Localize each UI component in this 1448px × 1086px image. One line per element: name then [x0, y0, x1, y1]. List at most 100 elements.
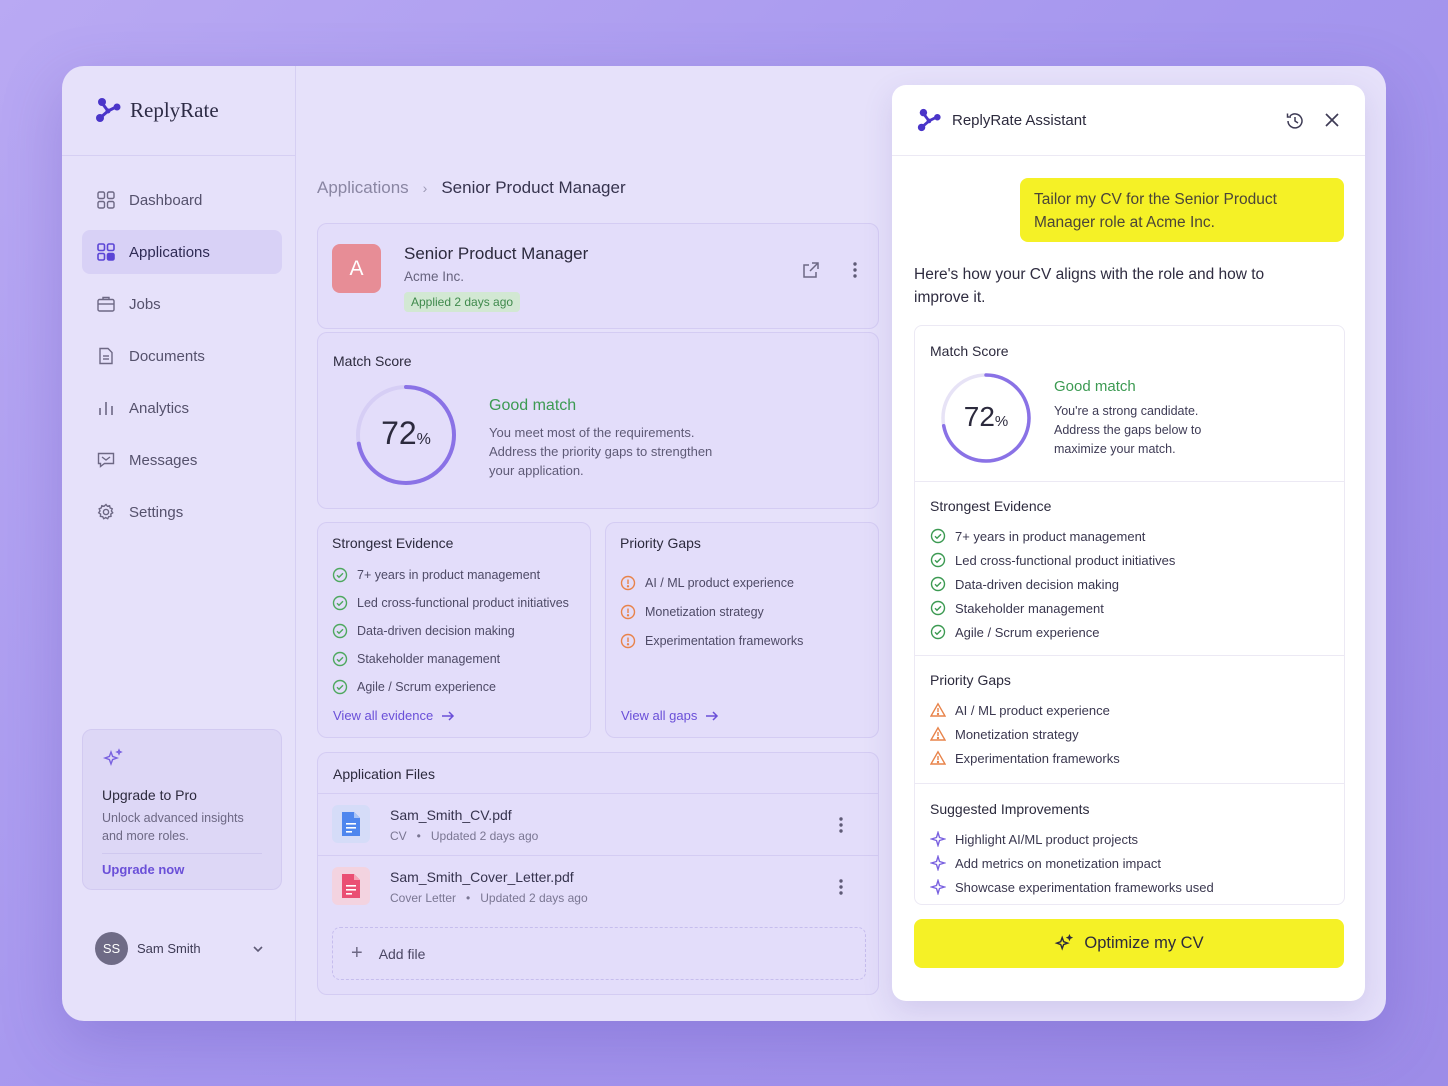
close-icon[interactable] [1323, 111, 1341, 129]
list-item: 7+ years in product management [930, 524, 1175, 548]
list-item: Agile / Scrum experience [930, 620, 1175, 644]
more-vertical-icon[interactable] [838, 816, 844, 834]
message-icon [96, 450, 116, 470]
chevron-right-icon: › [422, 180, 428, 196]
job-company: Acme Inc. [404, 269, 465, 284]
sidebar-item-label: Jobs [129, 295, 161, 313]
list-item: Data-driven decision making [930, 572, 1175, 596]
match-score-label: Match Score [333, 353, 412, 369]
view-all-evidence-link[interactable]: View all evidence [333, 708, 455, 723]
gaps-list: AI / ML product experience Monetization s… [620, 568, 803, 655]
match-description: You're a strong candidate. Address the g… [1054, 404, 1202, 456]
chevron-down-icon[interactable] [251, 942, 265, 956]
breadcrumb: Applications › Senior Product Manager [317, 178, 626, 198]
list-item: Led cross-functional product initiatives [930, 548, 1175, 572]
check-circle-icon [930, 552, 946, 568]
warning-triangle-icon [930, 750, 946, 765]
evidence-title: Strongest Evidence [332, 535, 454, 551]
external-link-icon[interactable] [802, 261, 820, 279]
list-item: AI / ML product experience [930, 698, 1120, 722]
replyrate-logo-icon [917, 108, 941, 132]
history-icon[interactable] [1285, 111, 1305, 131]
alert-circle-icon [620, 575, 636, 590]
list-item: Led cross-functional product initiatives [332, 589, 569, 617]
strongest-evidence-card: Strongest Evidence 7+ years in product m… [317, 522, 591, 738]
sidebar-item-label: Messages [129, 451, 198, 469]
check-circle-icon [930, 600, 946, 616]
add-file-button[interactable]: + Add file [332, 927, 866, 980]
list-item: Stakeholder management [332, 645, 569, 673]
priority-gaps-card: Priority Gaps AI / ML product experience… [605, 522, 879, 738]
breadcrumb-current: Senior Product Manager [441, 178, 626, 197]
app-window: ReplyRate Dashboard Applications Jobs Do… [62, 66, 1386, 1021]
check-circle-icon [332, 679, 348, 695]
sidebar-item-analytics[interactable]: Analytics [82, 386, 282, 430]
file-name: Sam_Smith_Cover_Letter.pdf [390, 869, 574, 885]
file-row[interactable]: Sam_Smith_CV.pdf CV • Updated 2 days ago [318, 794, 878, 855]
sidebar-item-settings[interactable]: Settings [82, 490, 282, 534]
sidebar-item-jobs[interactable]: Jobs [82, 282, 282, 326]
divider [915, 655, 1344, 656]
sidebar-item-dashboard[interactable]: Dashboard [82, 178, 282, 222]
list-item: Monetization strategy [930, 722, 1120, 746]
plus-icon: + [351, 942, 363, 964]
sidebar-item-applications[interactable]: Applications [82, 230, 282, 274]
match-score-value: 72% [963, 401, 1009, 432]
pdf-file-icon [342, 874, 360, 898]
sidebar-item-label: Applications [129, 243, 210, 261]
sparkle-icon [1055, 933, 1074, 951]
sidebar-item-label: Documents [129, 347, 205, 365]
more-vertical-icon[interactable] [838, 878, 844, 896]
divider [62, 155, 296, 156]
sparkle-icon [930, 855, 946, 871]
job-card: A Senior Product Manager Acme Inc. Appli… [317, 223, 879, 329]
match-verdict: Good match [1054, 378, 1136, 395]
list-item: Experimentation frameworks [620, 626, 803, 655]
assistant-panel: ReplyRate Assistant Tailor my CV for the… [892, 85, 1365, 1001]
bar-chart-icon [96, 398, 116, 418]
assistant-message: Here's how your CV aligns with the role … [914, 266, 1265, 306]
warning-triangle-icon [930, 726, 946, 741]
more-vertical-icon[interactable] [852, 261, 858, 279]
optimize-cv-button[interactable]: Optimize my CV [914, 919, 1344, 968]
list-item: Monetization strategy [620, 597, 803, 626]
sidebar-item-documents[interactable]: Documents [82, 334, 282, 378]
avatar: SS [95, 932, 128, 965]
check-circle-icon [332, 651, 348, 667]
view-all-gaps-link[interactable]: View all gaps [621, 708, 719, 723]
user-name: Sam Smith [137, 941, 201, 956]
match-score-value: 72% [381, 415, 431, 451]
document-icon [96, 346, 116, 366]
user-menu[interactable]: SS Sam Smith [95, 932, 265, 965]
check-circle-icon [332, 623, 348, 639]
list-item: Data-driven decision making [332, 617, 569, 645]
list-item: Add metrics on monetization impact [930, 851, 1214, 875]
file-meta: Cover Letter • Updated 2 days ago [390, 891, 588, 905]
match-score-card: Match Score 72% Good match You meet most… [317, 332, 879, 509]
replyrate-logo-icon [96, 98, 121, 122]
upgrade-now-link[interactable]: Upgrade now [102, 862, 262, 877]
check-circle-icon [930, 576, 946, 592]
file-icon [332, 805, 370, 843]
file-icon [332, 867, 370, 905]
list-item: Agile / Scrum experience [332, 673, 569, 701]
file-meta: CV • Updated 2 days ago [390, 829, 539, 843]
divider [915, 783, 1344, 784]
check-circle-icon [930, 624, 946, 640]
breadcrumb-applications-link[interactable]: Applications [317, 178, 409, 198]
brand[interactable]: ReplyRate [94, 96, 219, 124]
assistant-title: ReplyRate Assistant [916, 107, 1086, 133]
improvements-list: Highlight AI/ML product projects Add metr… [930, 827, 1214, 899]
alert-circle-icon [620, 633, 636, 648]
sidebar-item-messages[interactable]: Messages [82, 438, 282, 482]
list-item: Highlight AI/ML product projects [930, 827, 1214, 851]
sidebar: ReplyRate Dashboard Applications Jobs Do… [62, 66, 296, 1021]
file-row[interactable]: Sam_Smith_Cover_Letter.pdf Cover Letter •… [318, 855, 878, 916]
sparkle-icon [102, 748, 123, 767]
arrow-right-icon [706, 710, 719, 721]
dashboard-icon [96, 190, 116, 210]
job-title: Senior Product Manager [404, 244, 589, 263]
sidebar-item-label: Settings [129, 503, 184, 521]
divider [915, 481, 1344, 482]
arrow-right-icon [442, 710, 455, 721]
